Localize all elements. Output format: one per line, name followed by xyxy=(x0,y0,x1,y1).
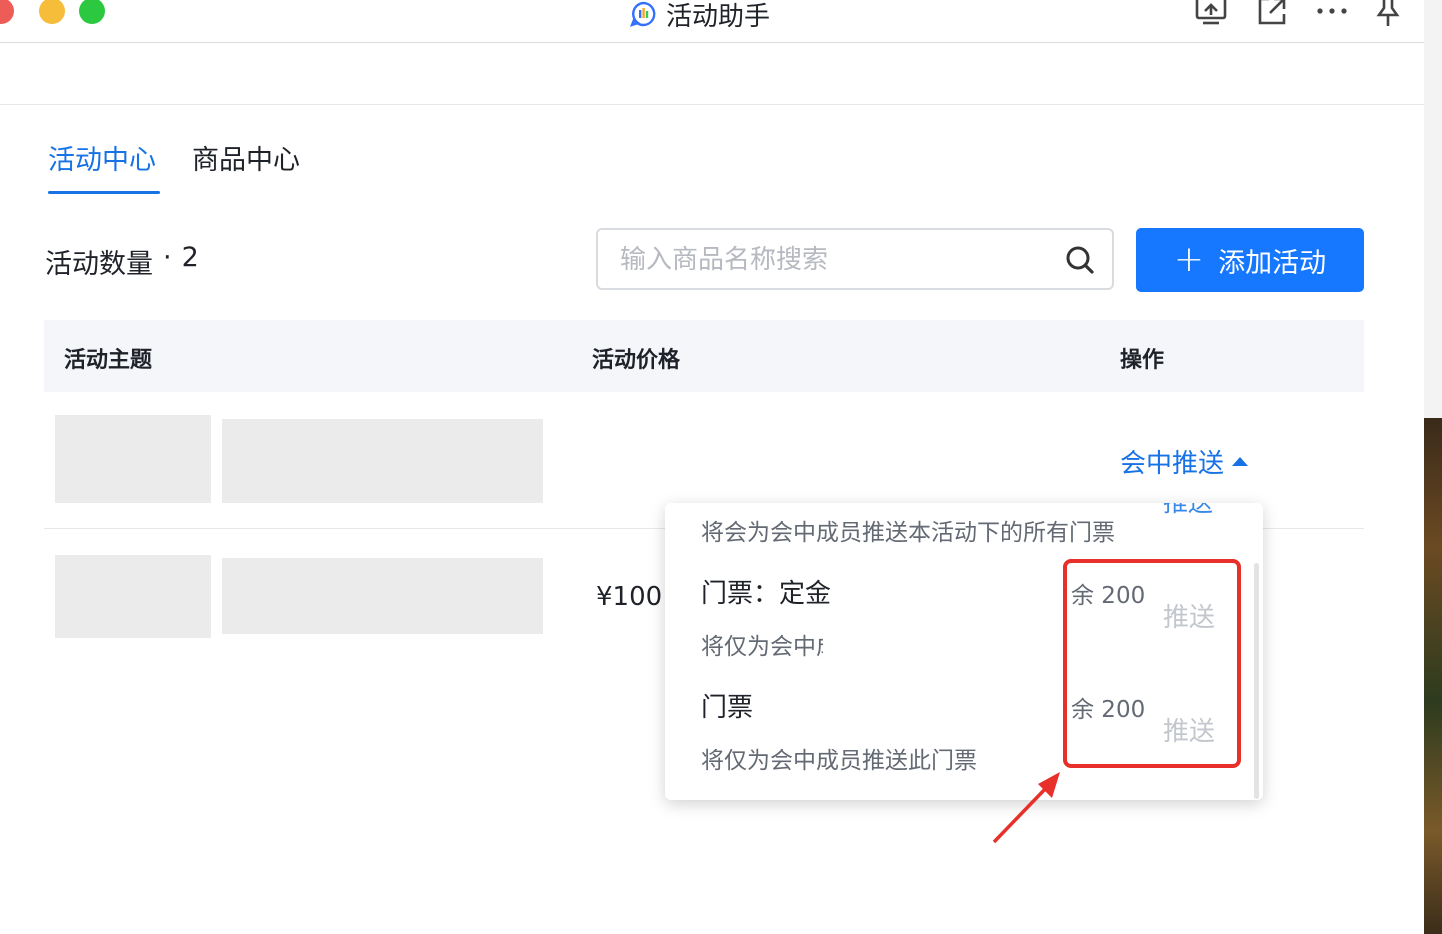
activity-title-placeholder xyxy=(222,419,543,503)
search-input[interactable] xyxy=(618,240,1042,280)
window-title-text: 活动助手 xyxy=(666,1,771,32)
activity-count-separator: · xyxy=(163,242,172,273)
desktop-wallpaper xyxy=(1424,418,1442,934)
tab-product-center[interactable]: 商品中心 xyxy=(192,138,300,177)
push-all-button[interactable]: 推送 xyxy=(1163,503,1213,519)
activity-thumbnail-placeholder xyxy=(55,415,211,503)
ticket-title: 门票 xyxy=(701,693,754,723)
add-activity-button[interactable]: + 添加活动 xyxy=(1136,228,1364,292)
zoom-window-button[interactable] xyxy=(79,0,105,24)
close-window-button[interactable] xyxy=(0,0,14,24)
minimize-window-button[interactable] xyxy=(39,0,65,24)
in-meeting-push-label: 会中推送 xyxy=(1120,449,1225,479)
table-header: 活动主题 活动价格 操作 xyxy=(44,320,1364,392)
caret-up-icon xyxy=(1232,457,1249,466)
pin-icon[interactable] xyxy=(1371,0,1405,28)
desktop-background xyxy=(1424,0,1442,934)
share-screen-icon[interactable] xyxy=(1194,0,1228,28)
add-activity-label: 添加活动 xyxy=(1218,247,1327,279)
open-external-icon[interactable] xyxy=(1255,0,1289,28)
ticket-description: 将仅为会中成员推送此门票 xyxy=(701,748,977,774)
annotation-highlight-box xyxy=(1063,559,1241,768)
active-tab-indicator xyxy=(48,191,160,194)
activity-price: ¥100 xyxy=(596,582,663,612)
search-box xyxy=(596,228,1114,290)
tab-activity-center[interactable]: 活动中心 xyxy=(48,138,156,177)
activity-count: 活动数量 · 2 xyxy=(45,242,199,281)
plus-icon: + xyxy=(1173,239,1205,280)
dropdown-scrollbar[interactable] xyxy=(1254,563,1259,799)
search-icon[interactable] xyxy=(1064,244,1096,276)
column-header-price: 活动价格 xyxy=(592,348,681,373)
title-bar: 活动助手 xyxy=(0,0,1424,43)
app-window: 活动助手 活动中心 商品中心 活动数量 · 2 + 添加活动 xyxy=(0,0,1424,934)
app-logo-icon xyxy=(630,1,656,27)
window-title: 活动助手 xyxy=(630,0,770,34)
more-icon[interactable] xyxy=(1315,0,1349,28)
push-all-description: 将会为会中成员推送本活动下的所有门票 xyxy=(701,520,1115,546)
activity-count-label: 活动数量 xyxy=(45,249,153,280)
column-header-topic: 活动主题 xyxy=(64,348,153,373)
annotation-arrow-icon xyxy=(992,772,1060,844)
activity-title-placeholder xyxy=(222,558,543,634)
column-header-action: 操作 xyxy=(1120,348,1165,373)
activity-count-value: 2 xyxy=(181,242,199,273)
ticket-description: 将仅为会中成员推送此门票 xyxy=(701,634,823,660)
in-meeting-push-button[interactable]: 会中推送 xyxy=(1120,443,1249,480)
sub-header-bar xyxy=(0,43,1424,105)
activity-thumbnail-placeholder xyxy=(55,555,211,638)
ticket-title: 门票：定金 xyxy=(701,579,832,609)
